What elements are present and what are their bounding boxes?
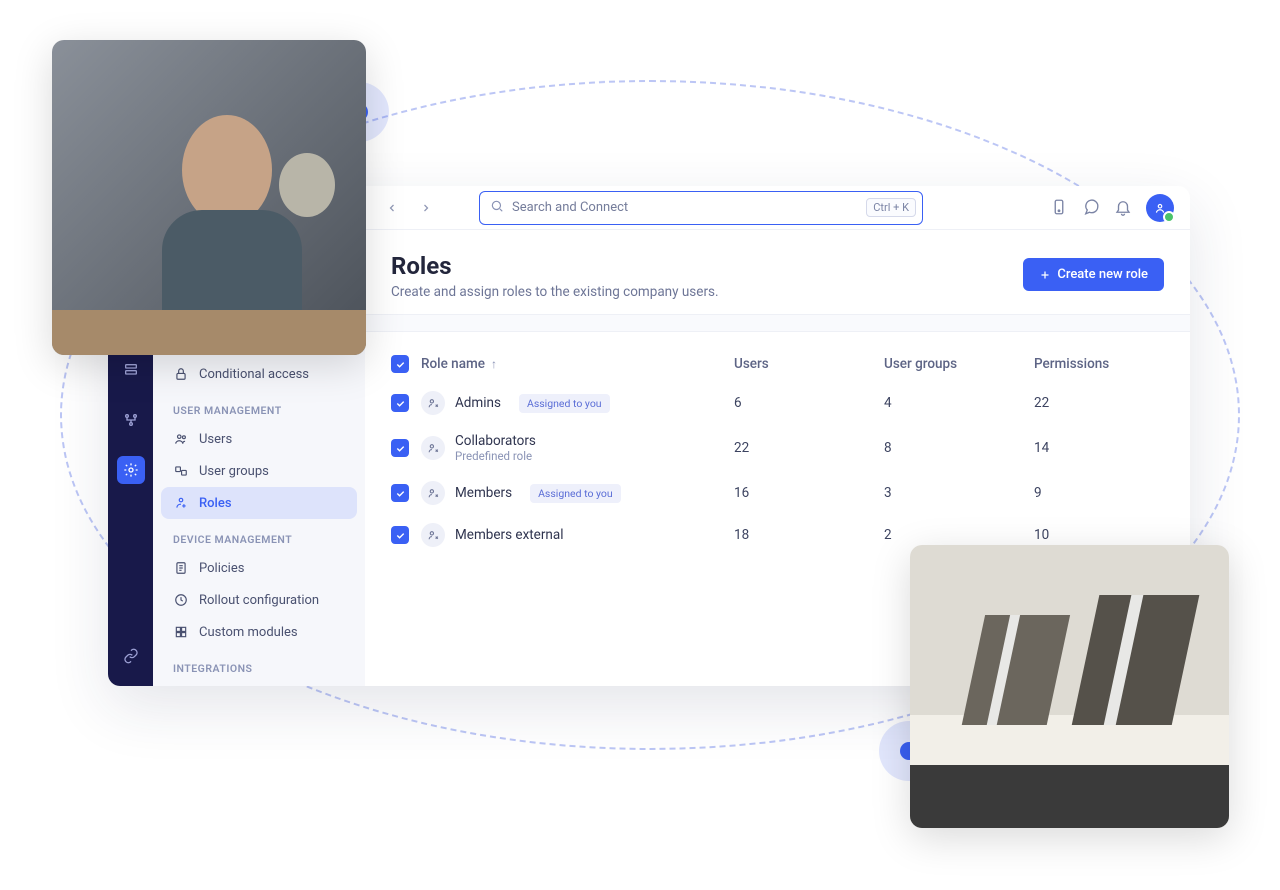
table-header-row: Role name↑ Users User groups Permissions	[391, 346, 1164, 382]
sort-asc-icon: ↑	[491, 357, 497, 371]
sidebar-item-conditional-access[interactable]: Conditional access	[161, 358, 357, 390]
cell-users: 18	[734, 527, 884, 543]
role-badge-icon	[421, 391, 445, 415]
sidebar-item-endpoint-protection[interactable]: Endpoint Protection	[161, 681, 357, 686]
search-input[interactable]: Search and Connect Ctrl + K	[479, 191, 923, 225]
cell-users: 22	[734, 440, 884, 456]
sidebar-item-policies[interactable]: Policies	[161, 552, 357, 584]
role-subtext: Predefined role	[455, 449, 536, 463]
chat-icon[interactable]	[1082, 198, 1102, 218]
col-permissions[interactable]: Permissions	[1034, 356, 1164, 372]
rail-icon-layers[interactable]	[117, 356, 145, 384]
modules-icon	[173, 624, 189, 640]
cell-groups: 2	[884, 527, 1034, 543]
device-icon[interactable]	[1050, 198, 1070, 218]
sidebar-section-device-mgmt: DEVICE MANAGEMENT	[161, 519, 357, 552]
sidebar-section-user-mgmt: USER MANAGEMENT	[161, 390, 357, 423]
col-role-name[interactable]: Role name↑	[421, 356, 734, 372]
policies-icon	[173, 560, 189, 576]
decorative-photo-person	[52, 40, 366, 355]
rail-icon-link[interactable]	[117, 642, 145, 670]
sidebar-item-label: User groups	[199, 464, 269, 479]
sidebar-item-custom-modules[interactable]: Custom modules	[161, 616, 357, 648]
sidebar-item-label: Conditional access	[199, 367, 309, 382]
table-row[interactable]: Admins Assigned to you 6 4 22	[391, 382, 1164, 424]
cell-groups: 8	[884, 440, 1034, 456]
row-checkbox[interactable]	[391, 526, 409, 544]
sidebar-item-user-groups[interactable]: User groups	[161, 455, 357, 487]
users-icon	[173, 431, 189, 447]
col-user-groups[interactable]: User groups	[884, 356, 1034, 372]
assigned-tag: Assigned to you	[519, 394, 610, 413]
roles-table: Role name↑ Users User groups Permissions…	[365, 332, 1190, 570]
row-checkbox[interactable]	[391, 394, 409, 412]
sidebar-item-roles[interactable]: Roles	[161, 487, 357, 519]
role-badge-icon	[421, 481, 445, 505]
cell-users: 16	[734, 485, 884, 501]
cell-groups: 4	[884, 395, 1034, 411]
nav-forward-button[interactable]	[415, 197, 437, 219]
roles-icon	[173, 495, 189, 511]
role-name: Admins	[455, 395, 501, 411]
assigned-tag: Assigned to you	[530, 484, 621, 503]
cell-perms: 10	[1034, 527, 1164, 543]
avatar[interactable]	[1146, 194, 1174, 222]
sidebar-item-label: Users	[199, 432, 232, 447]
decorative-photo-office	[910, 545, 1229, 828]
sidebar-item-label: Rollout configuration	[199, 593, 319, 608]
topbar: Search and Connect Ctrl + K	[365, 186, 1190, 230]
create-role-label: Create new role	[1057, 267, 1148, 282]
search-icon	[490, 198, 504, 217]
lock-icon	[173, 366, 189, 382]
table-row[interactable]: Members Assigned to you 16 3 9	[391, 472, 1164, 514]
search-placeholder: Search and Connect	[512, 200, 858, 215]
create-role-button[interactable]: Create new role	[1023, 258, 1164, 291]
sidebar-item-users[interactable]: Users	[161, 423, 357, 455]
cell-perms: 14	[1034, 440, 1164, 456]
rail-icon-branch[interactable]	[117, 406, 145, 434]
bell-icon[interactable]	[1114, 198, 1134, 218]
role-name: Members external	[455, 527, 564, 543]
rail-icon-settings[interactable]	[117, 456, 145, 484]
row-checkbox[interactable]	[391, 439, 409, 457]
sidebar-item-label: Policies	[199, 561, 244, 576]
sidebar-item-rollout[interactable]: Rollout configuration	[161, 584, 357, 616]
col-users[interactable]: Users	[734, 356, 884, 372]
page-title: Roles	[391, 252, 719, 280]
user-groups-icon	[173, 463, 189, 479]
table-row[interactable]: Collaborators Predefined role 22 8 14	[391, 424, 1164, 472]
plus-icon	[1039, 269, 1051, 281]
role-name: Members	[455, 485, 512, 501]
role-name: Collaborators	[455, 433, 536, 449]
nav-back-button[interactable]	[381, 197, 403, 219]
cell-perms: 22	[1034, 395, 1164, 411]
row-checkbox[interactable]	[391, 484, 409, 502]
page-subtitle: Create and assign roles to the existing …	[391, 284, 719, 300]
cell-groups: 3	[884, 485, 1034, 501]
cell-perms: 9	[1034, 485, 1164, 501]
sidebar-section-integrations: INTEGRATIONS	[161, 648, 357, 681]
page-header: Roles Create and assign roles to the exi…	[365, 230, 1190, 314]
sidebar-item-label: Roles	[199, 496, 232, 511]
role-badge-icon	[421, 523, 445, 547]
role-badge-icon	[421, 436, 445, 460]
search-shortcut: Ctrl + K	[866, 198, 916, 217]
section-divider	[365, 314, 1190, 332]
cell-users: 6	[734, 395, 884, 411]
sidebar-item-label: Custom modules	[199, 625, 298, 640]
rollout-icon	[173, 592, 189, 608]
select-all-checkbox[interactable]	[391, 355, 409, 373]
